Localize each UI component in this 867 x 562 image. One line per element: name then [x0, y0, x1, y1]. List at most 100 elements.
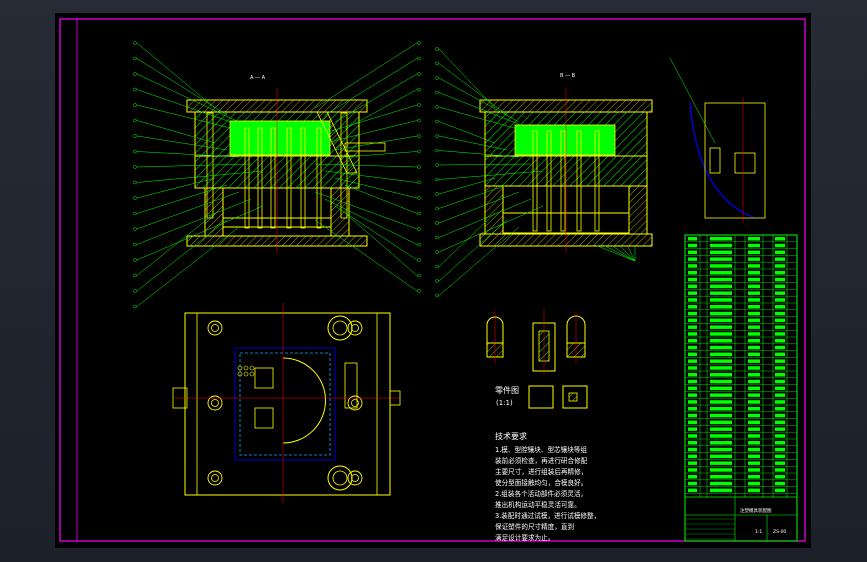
spacer-block-right — [330, 187, 350, 237]
leader-balloon-right-10 — [417, 196, 421, 200]
table-cell-mark — [748, 386, 760, 391]
leader-b-left-1 — [438, 63, 508, 116]
table-cell-mark — [710, 243, 732, 248]
table-cell-mark — [688, 277, 697, 282]
leader-right-0 — [314, 42, 418, 109]
leader-b-balloon-10 — [435, 192, 439, 196]
leader-b-balloon-0 — [435, 47, 439, 51]
table-cell-mark — [710, 345, 732, 350]
drawing-canvas: A — A B — B 零件图 (1:1) 技术要求 1.模、型腔镶块、型芯镶块… — [59, 18, 806, 542]
leader-balloon-right-16 — [417, 289, 421, 293]
title-block[interactable]: 注塑模具装配图 ZS-00 1:1 — [740, 507, 786, 535]
leader-b-balloon-9 — [435, 177, 439, 182]
table-cell-mark — [688, 325, 697, 329]
table-cell-mark — [748, 305, 760, 309]
section-b-label: B — B — [560, 73, 576, 79]
table-cell-mark — [688, 393, 697, 397]
table-cell-mark — [688, 373, 697, 377]
plan-small-hole-5 — [249, 371, 255, 377]
table-cell-mark — [775, 311, 785, 316]
leader-b-bottom-3 — [618, 244, 636, 262]
table-cell-mark — [775, 339, 785, 343]
leader-b-bottom-1 — [602, 244, 636, 262]
table-cell-mark — [710, 427, 732, 431]
table-cell-mark — [688, 488, 697, 493]
cad-viewport[interactable]: A — A B — B 零件图 (1:1) 技术要求 1.模、型腔镶块、型芯镶块… — [0, 0, 867, 562]
leader-b-balloon-13 — [435, 235, 439, 240]
table-cell-mark — [748, 379, 760, 384]
technical-requirements: 技术要求 1.模、型腔镶块、型芯镶块等组 装前必须检查，再进行研合修配 主要尺寸… — [495, 431, 600, 542]
table-cell-mark — [688, 400, 697, 404]
table-cell-mark — [710, 393, 732, 397]
tech-req-line-1: 1.模、型腔镶块、型芯镶块等组 — [495, 445, 587, 454]
table-cell-mark — [688, 298, 697, 302]
table-cell-mark — [688, 291, 697, 295]
leader-b-left-17 — [438, 226, 520, 296]
leader-b-balloon-4 — [435, 105, 439, 109]
table-cell-mark — [688, 311, 697, 316]
table-cell-mark — [688, 264, 697, 268]
table-cell-mark — [775, 257, 785, 261]
table-cell-mark — [710, 305, 732, 309]
leader-right-1 — [324, 58, 418, 116]
leader-balloon-right-8 — [417, 165, 421, 169]
detail-view[interactable] — [669, 57, 766, 223]
detail-leader — [669, 57, 716, 144]
table-cell-mark — [748, 277, 760, 282]
plan-view[interactable] — [172, 303, 401, 503]
section-view-a[interactable] — [133, 41, 421, 309]
table-cell-mark — [775, 264, 785, 268]
tech-req-line-8: 保证塑件的尺寸精度，直到 — [495, 522, 574, 531]
table-cell-mark — [775, 468, 785, 472]
table-cell-mark — [710, 373, 732, 377]
plan-hole-1 — [347, 320, 363, 336]
table-cell-mark — [748, 352, 760, 357]
table-cell-mark — [748, 345, 760, 350]
part-5-slot — [568, 392, 578, 402]
table-cell-mark — [688, 250, 697, 255]
title-block-name: 注塑模具装配图 — [740, 507, 772, 514]
table-cell-mark — [748, 400, 760, 404]
table-cell-mark — [748, 271, 760, 275]
table-cell-mark — [748, 243, 760, 248]
leader-balloon-right-9 — [417, 180, 421, 185]
parts-list-table[interactable] — [684, 234, 798, 542]
leader-balloon-right-3 — [417, 87, 421, 92]
plan-hole-inner-0 — [211, 324, 219, 332]
table-cell-mark — [748, 427, 760, 431]
table-cell-mark — [710, 325, 732, 329]
table-cell-mark — [748, 407, 760, 411]
title-block-scale: 1:1 — [755, 529, 762, 535]
table-cell-mark — [710, 257, 732, 261]
table-cell-mark — [688, 454, 697, 459]
table-cell-mark — [688, 407, 697, 411]
table-cell-mark — [748, 475, 760, 479]
table-cell-mark — [775, 400, 785, 404]
leader-balloon-right-4 — [417, 103, 421, 107]
table-cell-mark — [688, 305, 697, 309]
table-cell-mark — [688, 243, 697, 248]
section-a-label: A — A — [250, 75, 266, 81]
table-cell-mark — [748, 366, 760, 370]
table-cell-mark — [688, 271, 697, 275]
section-view-b[interactable] — [435, 47, 653, 298]
plan-small-hole-4 — [243, 371, 249, 377]
table-cell-mark — [688, 332, 697, 336]
table-cell-mark — [748, 291, 760, 295]
plan-arc — [282, 357, 326, 444]
title-block-drawing-no: ZS-00 — [773, 529, 786, 535]
table-cell-mark — [748, 257, 760, 261]
table-cell-mark — [775, 271, 785, 275]
table-cell-mark — [775, 237, 785, 241]
table-cell-mark — [710, 441, 732, 445]
table-cell-mark — [688, 379, 697, 384]
table-cell-mark — [775, 345, 785, 350]
leader-right-16 — [314, 219, 418, 292]
table-cell-mark — [748, 332, 760, 336]
table-cell-mark — [775, 305, 785, 309]
table-cell-mark — [748, 468, 760, 472]
table-cell-mark — [710, 359, 732, 363]
table-cell-mark — [710, 420, 732, 425]
leader-balloon-left-5 — [133, 118, 137, 123]
table-cell-mark — [775, 243, 785, 248]
